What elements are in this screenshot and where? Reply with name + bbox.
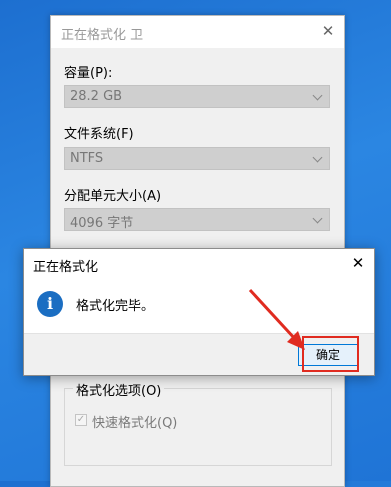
filesystem-value: NTFS xyxy=(70,151,104,166)
message-box-text: 格式化完毕。 xyxy=(76,299,155,314)
quick-format-label[interactable]: 快速格式化(Q) xyxy=(92,412,177,431)
format-dialog-close-icon[interactable]: ✕ xyxy=(320,22,336,40)
ok-button[interactable]: 确定 xyxy=(298,344,358,366)
message-box-footer: 确定 xyxy=(24,333,374,375)
format-complete-dialog: 正在格式化 ✕ i 格式化完毕。 确定 xyxy=(23,248,375,376)
allocation-value: 4096 字节 xyxy=(70,216,134,231)
chevron-down-icon xyxy=(312,152,323,163)
message-box-close-icon[interactable]: ✕ xyxy=(350,254,366,272)
chevron-down-icon xyxy=(312,213,323,224)
capacity-select[interactable]: 28.2 GB xyxy=(64,85,330,108)
capacity-label: 容量(P): xyxy=(64,66,113,81)
capacity-value: 28.2 GB xyxy=(70,89,123,104)
quick-format-checkbox[interactable]: ✓ xyxy=(75,414,87,426)
format-dialog-titlebar: 正在格式化 卫 ✕ xyxy=(51,16,344,48)
message-box-title: 正在格式化 xyxy=(33,260,99,275)
format-options-group: 格式化选项(O) ✓ 快速格式化(Q) xyxy=(64,380,332,466)
allocation-label: 分配单元大小(A) xyxy=(64,189,162,204)
format-options-title: 格式化选项(O) xyxy=(73,380,165,399)
info-icon: i xyxy=(37,291,63,317)
allocation-select[interactable]: 4096 字节 xyxy=(64,208,330,231)
filesystem-label: 文件系统(F) xyxy=(64,127,134,142)
format-dialog-title: 正在格式化 卫 xyxy=(61,28,144,43)
filesystem-select[interactable]: NTFS xyxy=(64,147,330,170)
chevron-down-icon xyxy=(312,90,323,101)
